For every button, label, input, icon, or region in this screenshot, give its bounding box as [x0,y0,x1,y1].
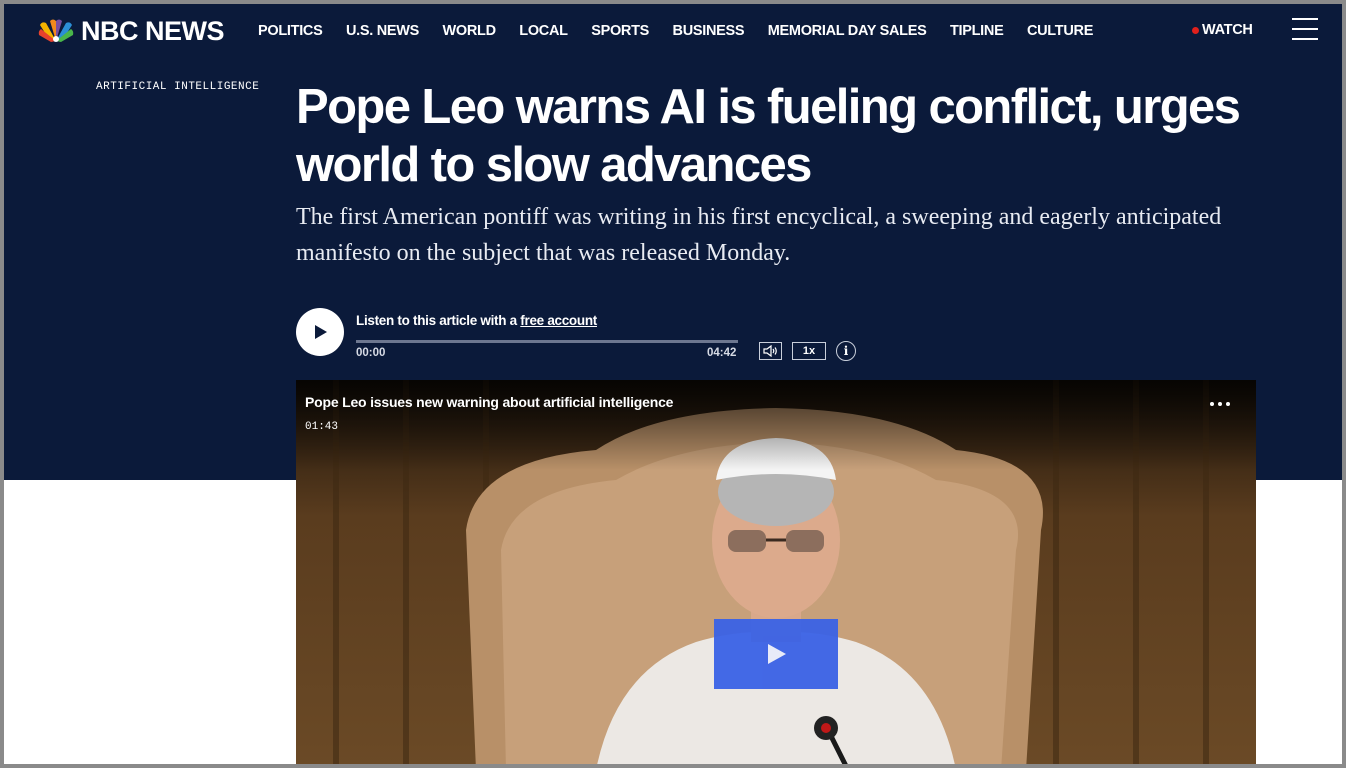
free-account-link[interactable]: free account [520,313,597,328]
nav-link-business[interactable]: BUSINESS [673,23,745,39]
nav-links: POLITICS U.S. NEWS WORLD LOCAL SPORTS BU… [258,4,1117,58]
hamburger-menu-icon[interactable] [1292,18,1318,42]
logo-wordmark: NBC NEWS [81,15,225,46]
play-icon [315,325,327,339]
article-dek: The first American pontiff was writing i… [296,204,1222,266]
volume-button[interactable] [759,342,782,360]
video-player[interactable]: Pope Leo issues new warning about artifi… [296,380,1256,764]
video-play-button[interactable] [714,619,838,689]
video-thumbnail [296,380,1256,764]
nav-link-world[interactable]: WORLD [443,23,497,39]
watch-label: WATCH [1202,22,1253,38]
nav-link-local[interactable]: LOCAL [519,23,568,39]
page-frame: NBC NEWS POLITICS U.S. NEWS WORLD LOCAL … [4,4,1342,764]
nav-link-tipline[interactable]: TIPLINE [950,23,1004,39]
peacock-logo-icon [38,19,74,42]
watch-button[interactable]: WATCH [1192,22,1253,38]
video-title: Pope Leo issues new warning about artifi… [305,394,674,410]
audio-duration: 04:42 [707,347,737,359]
play-icon [768,644,786,664]
audio-play-button[interactable] [296,308,344,356]
nav-link-politics[interactable]: POLITICS [258,23,323,39]
info-icon[interactable]: i [836,341,856,361]
live-dot-icon [1192,26,1199,34]
nav-link-culture[interactable]: CULTURE [1027,23,1093,39]
audio-prompt-text: Listen to this article with a [356,313,517,328]
audio-progress-bar[interactable] [356,340,738,343]
audio-current-time: 00:00 [356,347,386,359]
nav-link-memorial-day-sales[interactable]: MEMORIAL DAY SALES [768,23,927,39]
more-options-icon[interactable] [1210,402,1230,406]
volume-icon [763,345,777,357]
nav-link-sports[interactable]: SPORTS [591,23,649,39]
nav-link-us-news[interactable]: U.S. NEWS [346,23,419,39]
playback-speed-button[interactable]: 1x [792,342,826,360]
nbc-news-logo[interactable]: NBC NEWS [37,15,225,46]
section-label[interactable]: ARTIFICIAL INTELLIGENCE [96,81,259,93]
video-duration: 01:43 [305,421,339,433]
audio-prompt: Listen to this article with a free accou… [356,313,597,328]
article-headline: Pope Leo warns AI is fueling conflict, u… [296,80,1241,192]
top-nav: NBC NEWS POLITICS U.S. NEWS WORLD LOCAL … [4,4,1342,58]
